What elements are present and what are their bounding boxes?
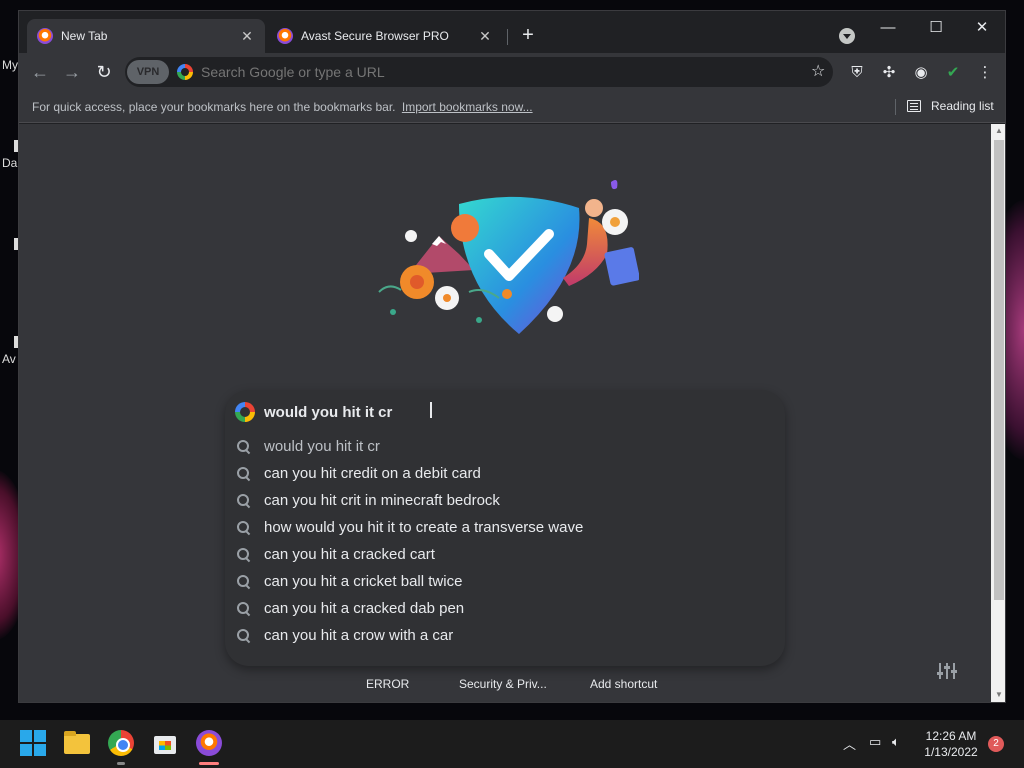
- new-tab-plus-icon[interactable]: +: [517, 25, 539, 47]
- suggestion-text: can you hit a crow with a car: [264, 627, 454, 644]
- search-icon: [237, 439, 251, 454]
- shortcut-security-privacy[interactable]: Security & Priv...: [459, 677, 547, 691]
- text-cursor-icon: [430, 402, 432, 418]
- suggestion-item[interactable]: can you hit a cracked cart: [225, 541, 785, 568]
- system-clock[interactable]: 12:26 AM 1/13/2022: [916, 728, 986, 760]
- search-icon: [237, 466, 251, 481]
- suggestion-text: how would you hit it to create a transve…: [264, 519, 584, 536]
- reading-list-icon: [907, 100, 921, 112]
- google-g-icon: [177, 64, 193, 80]
- suggestion-item[interactable]: would you hit it cr: [225, 433, 785, 460]
- show-hidden-icons-chevron-icon[interactable]: ︿: [843, 734, 856, 753]
- tab-separator: [507, 29, 508, 45]
- tab-avast-secure-browser[interactable]: Avast Secure Browser PRO ✕: [267, 19, 503, 53]
- search-icon: [237, 520, 251, 535]
- file-explorer-icon[interactable]: [64, 730, 90, 756]
- bookmarks-separator: [895, 99, 896, 115]
- customize-sliders-icon[interactable]: [937, 662, 957, 680]
- search-icon: [237, 493, 251, 508]
- address-bar[interactable]: VPN ☆: [125, 57, 833, 87]
- search-input[interactable]: [264, 400, 744, 424]
- suggestion-text: can you hit a cricket ball twice: [264, 573, 463, 590]
- search-icon: [237, 547, 251, 562]
- reload-icon[interactable]: ↻: [91, 59, 117, 85]
- browser-toolbar: ← → ↻ VPN ☆ ⛨ ✣ ◉ ✔ ⋮: [19, 53, 1005, 91]
- omnibox-input[interactable]: [201, 57, 781, 87]
- volume-icon[interactable]: 🔈︎: [892, 734, 900, 750]
- tab-title: New Tab: [61, 29, 108, 43]
- vpn-button[interactable]: VPN: [127, 60, 169, 84]
- suggestion-item[interactable]: how would you hit it to create a transve…: [225, 514, 785, 541]
- menu-kebab-icon[interactable]: ⋮: [975, 63, 995, 83]
- bookmarks-hint-text: For quick access, place your bookmarks h…: [32, 100, 396, 114]
- tab-search-dropdown-icon[interactable]: [839, 28, 855, 44]
- search-suggestions-box: would you hit it cr can you hit credit o…: [225, 390, 785, 666]
- desktop-icon-label[interactable]: Av: [2, 352, 16, 366]
- desktop-icon-label[interactable]: Da: [2, 156, 17, 170]
- avast-security-check-icon[interactable]: ✔: [943, 63, 963, 83]
- bookmarks-hint: For quick access, place your bookmarks h…: [32, 100, 533, 114]
- avast-favicon-icon: [37, 28, 53, 44]
- shortcut-error[interactable]: ERROR: [366, 677, 409, 691]
- minimize-icon[interactable]: —: [865, 15, 911, 41]
- taskbar: ︿ ▭ 🔈︎ 12:26 AM 1/13/2022 2: [0, 720, 1024, 768]
- reading-list-label: Reading list: [931, 99, 994, 113]
- extensions-puzzle-icon[interactable]: ✣: [879, 63, 899, 83]
- avast-favicon-icon: [277, 28, 293, 44]
- search-icon: [237, 628, 251, 643]
- maximize-icon[interactable]: ☐: [913, 15, 959, 41]
- microsoft-store-icon[interactable]: [152, 730, 178, 756]
- scrollbar-thumb[interactable]: [994, 140, 1004, 600]
- clock-time: 12:26 AM: [925, 729, 977, 743]
- suggestion-item[interactable]: can you hit credit on a debit card: [225, 460, 785, 487]
- reading-list-button[interactable]: Reading list: [907, 99, 994, 113]
- scroll-down-arrow-icon[interactable]: ▼: [994, 690, 1004, 700]
- clock-date: 1/13/2022: [924, 745, 978, 759]
- tab-strip: New Tab ✕ Avast Secure Browser PRO ✕ + —…: [19, 11, 1005, 53]
- profile-icon[interactable]: ◉: [911, 63, 931, 83]
- suggestion-text: can you hit a cracked cart: [264, 546, 435, 563]
- running-indicator: [117, 762, 125, 765]
- notification-badge[interactable]: 2: [988, 736, 1004, 752]
- browser-window: New Tab ✕ Avast Secure Browser PRO ✕ + —…: [18, 10, 1006, 703]
- close-window-icon[interactable]: ✕: [959, 15, 1005, 41]
- suggestion-item[interactable]: can you hit a crow with a car: [225, 622, 785, 649]
- tab-new-tab[interactable]: New Tab ✕: [27, 19, 265, 53]
- suggestion-list: would you hit it cr can you hit credit o…: [225, 433, 785, 649]
- desktop-icon-label[interactable]: My: [2, 58, 18, 72]
- active-app-indicator: [199, 762, 219, 765]
- close-tab-icon[interactable]: ✕: [477, 28, 493, 45]
- suggestion-text: can you hit credit on a debit card: [264, 465, 481, 482]
- adblock-shield-icon[interactable]: ⛨: [847, 63, 867, 83]
- vertical-scrollbar[interactable]: ▲ ▼: [991, 124, 1005, 702]
- new-tab-page: would you hit it cr can you hit credit o…: [19, 124, 991, 702]
- scroll-up-arrow-icon[interactable]: ▲: [994, 126, 1004, 136]
- chrome-icon[interactable]: [108, 730, 134, 756]
- suggestion-text: would you hit it cr: [264, 438, 380, 455]
- suggestion-item[interactable]: can you hit a cracked dab pen: [225, 595, 785, 622]
- google-logo-icon: [235, 402, 255, 422]
- close-tab-icon[interactable]: ✕: [239, 28, 255, 45]
- avast-shield-illustration: [378, 180, 639, 334]
- search-icon: [237, 574, 251, 589]
- suggestion-item[interactable]: can you hit crit in minecraft bedrock: [225, 487, 785, 514]
- forward-arrow-icon[interactable]: →: [59, 59, 85, 85]
- avast-browser-icon[interactable]: [196, 730, 222, 756]
- suggestion-text: can you hit a cracked dab pen: [264, 600, 465, 617]
- bookmarks-bar: For quick access, place your bookmarks h…: [19, 91, 1005, 123]
- start-windows-icon[interactable]: [20, 730, 46, 756]
- back-arrow-icon[interactable]: ←: [27, 59, 53, 85]
- search-icon: [237, 601, 251, 616]
- network-icon[interactable]: ▭: [869, 734, 881, 750]
- suggestion-text: can you hit crit in minecraft bedrock: [264, 492, 500, 509]
- import-bookmarks-link[interactable]: Import bookmarks now...: [402, 100, 533, 114]
- shortcut-add[interactable]: Add shortcut: [590, 677, 657, 691]
- tab-title: Avast Secure Browser PRO: [301, 29, 449, 43]
- suggestion-item[interactable]: can you hit a cricket ball twice: [225, 568, 785, 595]
- bookmark-star-icon[interactable]: ☆: [811, 57, 825, 87]
